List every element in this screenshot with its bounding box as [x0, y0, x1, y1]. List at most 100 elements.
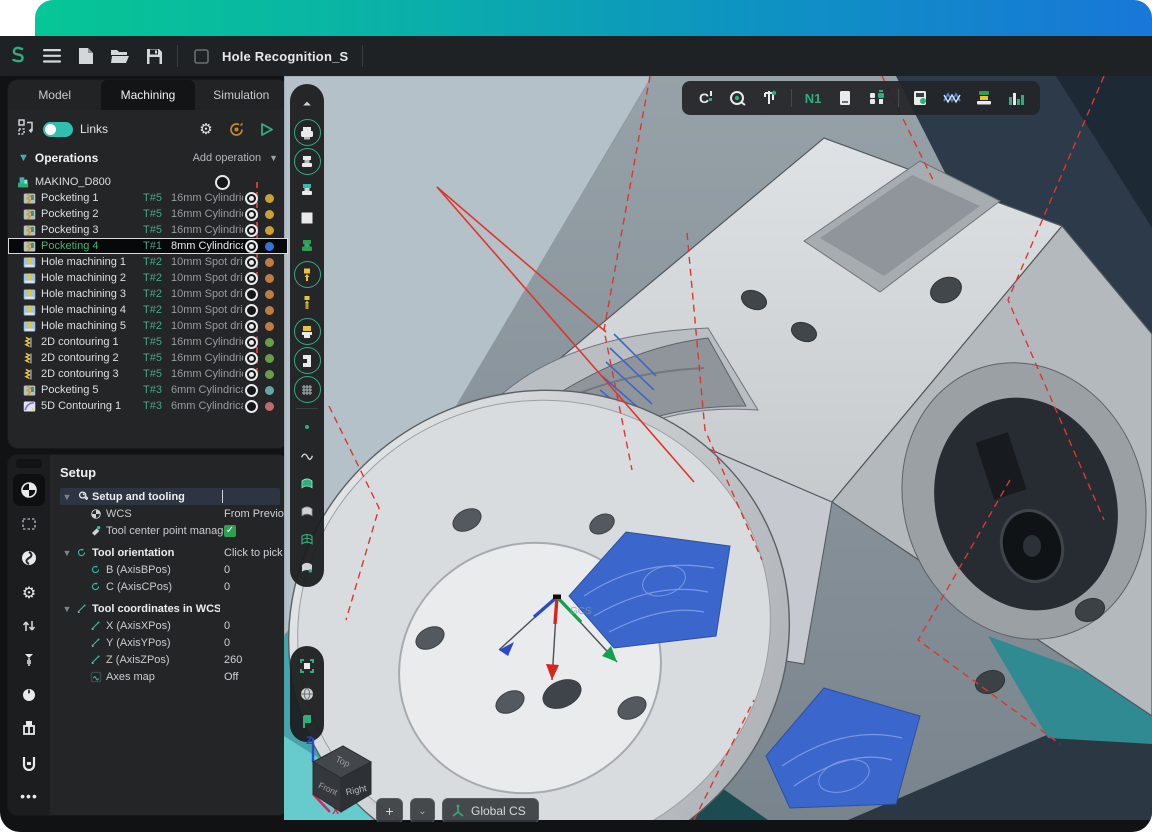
operation-row[interactable]: Pocketing 4T#18mm Cylindrical	[8, 238, 288, 254]
setup-row-tool-center-point-management[interactable]: Tool center point management✓	[60, 522, 280, 539]
enable-radio[interactable]	[245, 384, 258, 397]
enable-radio[interactable]	[245, 192, 258, 205]
more-options-icon[interactable]: •••	[13, 780, 45, 812]
operation-row[interactable]: Pocketing 1T#516mm Cylindrical	[8, 190, 288, 206]
setup-value[interactable]: Off	[224, 671, 238, 683]
document-checkbox-icon[interactable]	[186, 42, 216, 70]
patch-gray-icon[interactable]	[293, 498, 321, 524]
operation-row[interactable]: Hole machining 5T#210mm Spot drill	[8, 318, 288, 334]
enable-radio[interactable]	[245, 272, 258, 285]
drill-small-icon[interactable]	[293, 290, 321, 316]
wave-toolpath-icon[interactable]	[938, 85, 966, 111]
tab-simulation[interactable]: Simulation	[195, 80, 288, 110]
orbit-sphere-icon[interactable]	[293, 681, 321, 707]
operation-row[interactable]: 2D contouring 3T#516mm Cylindrical	[8, 366, 288, 382]
enable-radio[interactable]	[245, 320, 258, 333]
machine-circled-icon[interactable]	[294, 119, 321, 146]
enable-radio[interactable]	[245, 400, 258, 413]
fit-view-icon[interactable]	[293, 653, 321, 679]
operation-row[interactable]: Pocketing 5T#36mm Cylindrical	[8, 382, 288, 398]
curve-gray-icon[interactable]	[293, 442, 321, 468]
workpiece-clamp-icon[interactable]	[13, 746, 45, 778]
collapse-chevron-icon[interactable]: ▼	[18, 152, 29, 164]
setup-row-y-axisypos-[interactable]: Y (AxisYPos)0	[60, 634, 280, 651]
enable-radio[interactable]	[245, 208, 258, 221]
mesh-circled-icon[interactable]	[294, 376, 321, 403]
open-folder-icon[interactable]	[105, 42, 135, 70]
setup-row-c-axiscpos-[interactable]: C (AxisCPos)0	[60, 578, 280, 595]
enable-radio[interactable]	[245, 352, 258, 365]
probe-measure-icon[interactable]	[724, 85, 752, 111]
calculator-cycle-icon[interactable]	[906, 85, 934, 111]
control-panel-icon[interactable]	[831, 85, 859, 111]
nc-program-icon[interactable]: N1	[799, 85, 827, 111]
operation-row[interactable]: Pocketing 2T#516mm Cylindrical	[8, 206, 288, 222]
patch-green-icon[interactable]	[293, 470, 321, 496]
recalculate-icon[interactable]	[224, 117, 248, 141]
tree-chevron-icon[interactable]: ▼	[60, 492, 74, 502]
head-circled-icon[interactable]	[294, 148, 321, 175]
global-cs-button[interactable]: Global CS	[442, 798, 539, 822]
operation-row[interactable]: Hole machining 1T#210mm Spot drill	[8, 254, 288, 270]
settings-gear-icon[interactable]: ⚙	[194, 117, 218, 141]
add-cs-button[interactable]: +	[376, 798, 403, 822]
operation-row[interactable]: 2D contouring 2T#516mm Cylindrical	[8, 350, 288, 366]
wcs-target-icon[interactable]	[13, 474, 45, 506]
enable-radio[interactable]	[215, 175, 230, 190]
setup-value[interactable]: 0	[224, 637, 230, 649]
setup-row-tool-orientation[interactable]: ▼Tool orientationClick to pick	[60, 544, 280, 561]
spot-drill-tool-icon[interactable]	[13, 644, 45, 676]
enable-radio[interactable]	[245, 256, 258, 269]
checkbox-checked[interactable]: ✓	[224, 525, 236, 537]
viewport-3d[interactable]: GCS CN1 Z X Top Front Right	[284, 76, 1152, 822]
setup-value[interactable]: 0	[224, 581, 230, 593]
tool-holder-icon[interactable]	[13, 712, 45, 744]
enable-radio[interactable]	[245, 368, 258, 381]
view-cube[interactable]: Z X Top Front Right	[296, 732, 386, 818]
selection-marquee-icon[interactable]	[13, 508, 45, 540]
operation-row[interactable]: Hole machining 4T#210mm Spot drill	[8, 302, 288, 318]
point-green-icon[interactable]	[293, 414, 321, 440]
tree-chevron-icon[interactable]: ▼	[60, 548, 74, 558]
gear-icon[interactable]: ⚙	[13, 576, 45, 608]
enable-radio[interactable]	[245, 288, 258, 301]
app-logo-icon[interactable]	[3, 41, 33, 71]
machine-row[interactable]: MAKINO_D800	[8, 174, 288, 190]
setup-row-z-axiszpos-[interactable]: Z (AxisZPos)260	[60, 651, 280, 668]
magnet-snap-icon[interactable]: C	[692, 85, 720, 111]
setup-row-x-axisxpos-[interactable]: X (AxisXPos)0	[60, 617, 280, 634]
tree-chevron-icon[interactable]: ▼	[60, 604, 74, 614]
operation-row[interactable]: Hole machining 2T#210mm Spot drill	[8, 270, 288, 286]
coolant-drop-icon[interactable]	[13, 678, 45, 710]
setup-row-setup-and-tooling[interactable]: ▼Setup and tooling	[60, 488, 280, 505]
collapse-up-icon[interactable]	[293, 91, 321, 117]
tool-assembly-icon[interactable]	[863, 85, 891, 111]
tab-model[interactable]: Model	[8, 80, 101, 110]
enable-radio[interactable]	[245, 304, 258, 317]
setup-row-tool-coordinates-in-wcs[interactable]: ▼Tool coordinates in WCS	[60, 600, 280, 617]
menu-icon[interactable]	[37, 42, 67, 70]
setup-value[interactable]: 0	[224, 620, 230, 632]
turbine-icon[interactable]	[13, 542, 45, 574]
add-operation-button[interactable]: Add operation▼	[193, 152, 278, 164]
panel-handle[interactable]	[16, 459, 42, 468]
drill-circled-icon[interactable]	[294, 261, 321, 288]
head-green-icon[interactable]	[293, 233, 321, 259]
setup-row-axes-map[interactable]: Axes mapOff	[60, 668, 280, 685]
enable-radio[interactable]	[245, 336, 258, 349]
patch-dot-icon[interactable]	[293, 554, 321, 580]
setup-value[interactable]: Click to pick	[224, 547, 283, 559]
statistics-bars-icon[interactable]	[1002, 85, 1030, 111]
fixture-circled-icon[interactable]	[294, 347, 321, 374]
links-toggle[interactable]	[43, 122, 73, 137]
tab-machining[interactable]: Machining	[101, 80, 194, 110]
operation-row[interactable]: Hole machining 3T#210mm Spot drill	[8, 286, 288, 302]
stock-square-icon[interactable]	[293, 205, 321, 231]
run-play-icon[interactable]	[254, 117, 278, 141]
holder-circled-icon[interactable]	[294, 318, 321, 345]
head-small-icon[interactable]	[293, 177, 321, 203]
enable-radio[interactable]	[245, 240, 258, 253]
operation-row[interactable]: 5D Contouring 1T#36mm Cylindrical	[8, 398, 288, 414]
operation-row[interactable]: Pocketing 3T#516mm Cylindrical	[8, 222, 288, 238]
setup-value[interactable]: From Previous	[224, 508, 288, 520]
